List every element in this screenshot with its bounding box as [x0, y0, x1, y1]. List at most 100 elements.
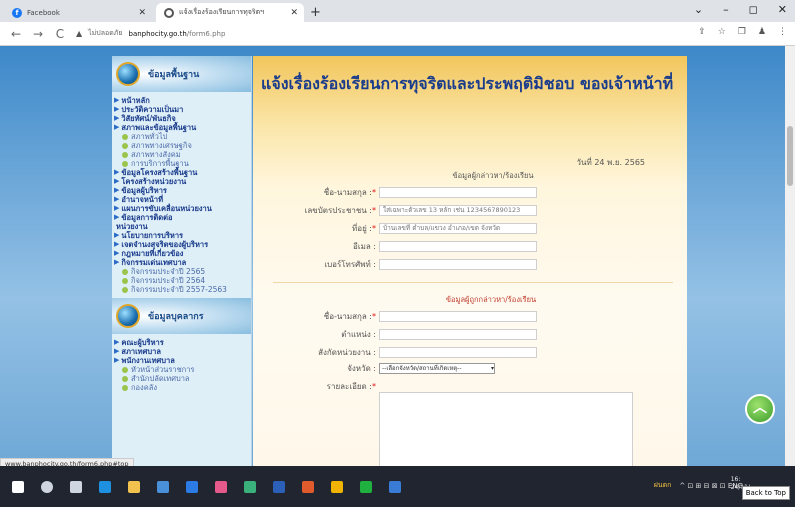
sidebar-item[interactable]: ▶ นโยบายการบริหาร: [114, 231, 251, 240]
minimize-button[interactable]: –: [723, 3, 729, 16]
office-icon[interactable]: [302, 480, 314, 493]
province-select[interactable]: --เลือกจังหวัด/สถานที่เกิดเหตุ-- ▾: [379, 363, 495, 374]
tab-search-icon[interactable]: ⌄: [694, 3, 703, 16]
windows-icon[interactable]: [12, 480, 24, 493]
line-icon[interactable]: [360, 480, 372, 493]
menu-icon[interactable]: ⋮: [778, 27, 787, 37]
sidebar-item[interactable]: ▶ หน้าหลัก: [114, 96, 251, 105]
sidebar-subitem[interactable]: สำนักปลัดเทศบาล: [114, 374, 251, 383]
sidebar-item[interactable]: ▶ ข้อมูลผู้บริหาร: [114, 186, 251, 195]
sidebar-subitem[interactable]: การบริการพื้นฐาน: [114, 159, 251, 168]
sidebar-item[interactable]: ▶ คณะผู้บริหาร: [114, 338, 251, 347]
sidebar-item-label: คณะผู้บริหาร: [121, 338, 164, 347]
detail-textarea[interactable]: [379, 392, 633, 466]
sidebar-header-personnel: ข้อมูลบุคลากร: [112, 298, 251, 334]
tab-label: แจ้งเรื่องร้องเรียนการทุจริตฯ: [179, 8, 265, 16]
arrow-right-icon: ▶: [114, 123, 120, 131]
share-icon[interactable]: ⇪: [698, 27, 706, 37]
arrow-right-icon: ▶: [114, 338, 120, 346]
tab-facebook[interactable]: f Facebook ✕: [4, 3, 152, 22]
back-to-top-button[interactable]: ︿: [745, 394, 775, 424]
form-row: ชื่อ-นามสกุล :*: [259, 186, 537, 199]
profile-icon[interactable]: ♟: [758, 27, 766, 37]
text-input[interactable]: [379, 259, 537, 270]
sidebar-item[interactable]: ▶ ข้อมูลการติดต่อ: [114, 213, 251, 222]
app-icon[interactable]: [389, 480, 401, 493]
sidebar-item[interactable]: ▶ กฎหมายที่เกี่ยวข้อง: [114, 249, 251, 258]
arrow-right-icon: ▶: [114, 186, 120, 194]
sidebar-item[interactable]: ▶ วิสัยทัศน์/พันธกิจ: [114, 114, 251, 123]
sidebar-item[interactable]: ▶ พนักงานเทศบาล: [114, 356, 251, 365]
url-path: /form6.php: [186, 29, 226, 38]
sidebar-item[interactable]: ▶ อำนาจหน้าที่: [114, 195, 251, 204]
url-field[interactable]: ▲ ไม่ปลอดภัย banphocity.go.th/form6.php: [76, 28, 225, 39]
sidebar-item-label: สภาเทศบาล: [121, 347, 161, 356]
sidebar-subitem[interactable]: กิจกรรมประจำปี 2565: [114, 267, 251, 276]
forward-button[interactable]: →: [32, 27, 44, 41]
weather-widget[interactable]: ฝนตก: [654, 480, 672, 491]
sidebar-subitem[interactable]: สภาพทางเศรษฐกิจ: [114, 141, 251, 150]
window-controls: ⌄ – ◻ ✕: [694, 3, 787, 16]
close-icon[interactable]: ✕: [138, 8, 146, 18]
store-icon[interactable]: [157, 480, 169, 493]
sidebar-item[interactable]: ▶ โครงสร้างหน่วยงาน: [114, 177, 251, 186]
sidebar-item-label: กิจกรรมเด่นเทศบาล: [121, 258, 187, 267]
task-view-icon[interactable]: [70, 480, 82, 493]
sidebar-item-label: กิจกรรมประจำปี 2557-2563: [131, 285, 227, 294]
sidebar-subitem[interactable]: กองคลัง: [114, 383, 251, 392]
edge-icon[interactable]: [99, 480, 111, 493]
reload-button[interactable]: C: [54, 27, 66, 41]
text-input[interactable]: บ้านเลขที่ ตำบล/แขวง อำเภอ/เขต จังหวัด: [379, 223, 537, 234]
sidebar-item[interactable]: ▶ สภาพและข้อมูลพื้นฐาน: [114, 123, 251, 132]
file-explorer-icon[interactable]: [128, 480, 140, 493]
close-window-button[interactable]: ✕: [778, 3, 787, 16]
windows-taskbar: ฝนตก ^ ⊡ ⊞ ⊟ ⊠ ⊡ ENG 16: 24/11/ Back to …: [0, 466, 795, 507]
detail-row: รายละเอียด :*: [259, 380, 379, 393]
text-input[interactable]: [379, 187, 537, 198]
tab-complaint-form[interactable]: แจ้งเรื่องร้องเรียนการทุจริตฯ ✕: [156, 3, 304, 22]
sidebar-item-label: สภาพทั่วไป: [131, 132, 168, 141]
page-viewport: ข้อมูลพื้นฐาน ▶ หน้าหลัก ▶ ประวัติความเป็นม…: [0, 46, 795, 466]
text-input[interactable]: [379, 311, 537, 322]
side-panel-icon[interactable]: ❐: [738, 27, 746, 37]
chrome-icon[interactable]: [331, 480, 343, 493]
sidebar-item-label: สภาพทางเศรษฐกิจ: [131, 141, 192, 150]
facebook-icon: f: [12, 7, 22, 18]
tab-label: Facebook: [27, 8, 60, 17]
search-icon[interactable]: [41, 480, 53, 493]
sidebar-item[interactable]: ▶ ประวัติความเป็นมา: [114, 105, 251, 114]
scrollbar-thumb[interactable]: [787, 126, 793, 186]
sidebar-item-label: กิจกรรมประจำปี 2565: [131, 267, 206, 276]
page-scrollbar[interactable]: [785, 46, 795, 466]
sidebar-item-label: เจตจำนงสุจริตของผู้บริหาร: [121, 240, 209, 249]
sidebar-subitem[interactable]: หัวหน้าส่วนราชการ: [114, 365, 251, 374]
maximize-button[interactable]: ◻: [749, 3, 758, 16]
text-input[interactable]: ใส่เฉพาะตัวเลข 13 หลัก เช่น 123456789012…: [379, 205, 537, 216]
sidebar-item[interactable]: ▶ เจตจำนงสุจริตของผู้บริหาร: [114, 240, 251, 249]
sidebar-subitem[interactable]: กิจกรรมประจำปี 2564: [114, 276, 251, 285]
bookmark-star-icon[interactable]: ☆: [718, 27, 726, 37]
form-row: สังกัดหน่วยงาน :: [259, 346, 537, 359]
back-button[interactable]: ←: [10, 27, 22, 41]
new-tab-button[interactable]: +: [310, 3, 321, 22]
sidebar-item[interactable]: ▶ ข้อมูลโครงสร้างพื้นฐาน: [114, 168, 251, 177]
sidebar-item[interactable]: ▶ แผนการขับเคลื่อนหน่วยงาน: [114, 204, 251, 213]
text-input[interactable]: [379, 347, 537, 358]
sidebar-item[interactable]: ▶ กิจกรรมเด่นเทศบาล: [114, 258, 251, 267]
sidebar-item[interactable]: หน่วยงาน: [114, 222, 251, 231]
photos-icon[interactable]: [244, 480, 256, 493]
globe-icon: [116, 62, 140, 86]
word-icon[interactable]: [273, 480, 285, 493]
close-icon[interactable]: ✕: [290, 8, 298, 18]
paint-icon[interactable]: [215, 480, 227, 493]
address-bar: ← → C ▲ ไม่ปลอดภัย banphocity.go.th/form…: [0, 22, 795, 46]
sidebar-subitem[interactable]: สภาพทางสังคม: [114, 150, 251, 159]
sidebar-subitem[interactable]: กิจกรรมประจำปี 2557-2563: [114, 285, 251, 294]
sidebar-item[interactable]: ▶ สภาเทศบาล: [114, 347, 251, 356]
sidebar-subitem[interactable]: สภาพทั่วไป: [114, 132, 251, 141]
mail-icon[interactable]: [186, 480, 198, 493]
text-input[interactable]: [379, 241, 537, 252]
text-input[interactable]: [379, 329, 537, 340]
bullet-icon: [122, 277, 128, 284]
province-label: จังหวัด :: [347, 364, 376, 373]
